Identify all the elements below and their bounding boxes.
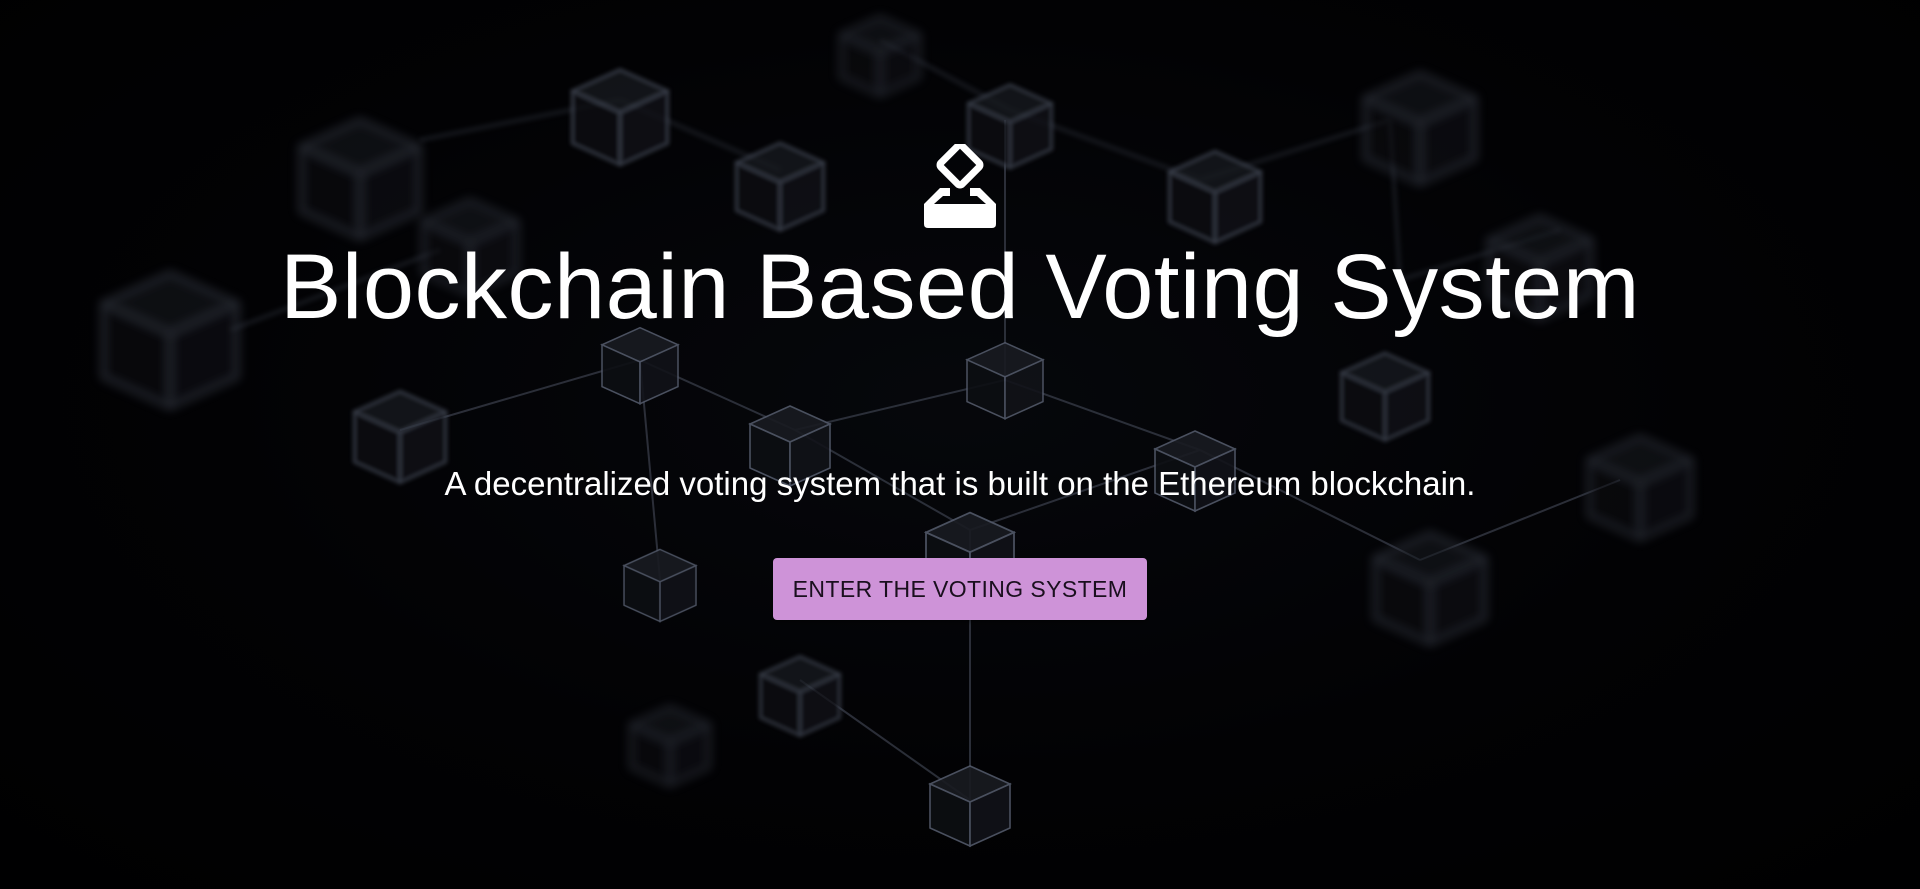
- page-title: Blockchain Based Voting System: [280, 236, 1640, 338]
- hero-section: Blockchain Based Voting System A decentr…: [0, 0, 1920, 889]
- ballot-box-icon: [924, 144, 996, 228]
- enter-voting-system-button[interactable]: ENTER THE VOTING SYSTEM: [773, 558, 1147, 620]
- hero-content: Blockchain Based Voting System A decentr…: [0, 0, 1920, 889]
- page-subtitle: A decentralized voting system that is bu…: [444, 465, 1476, 502]
